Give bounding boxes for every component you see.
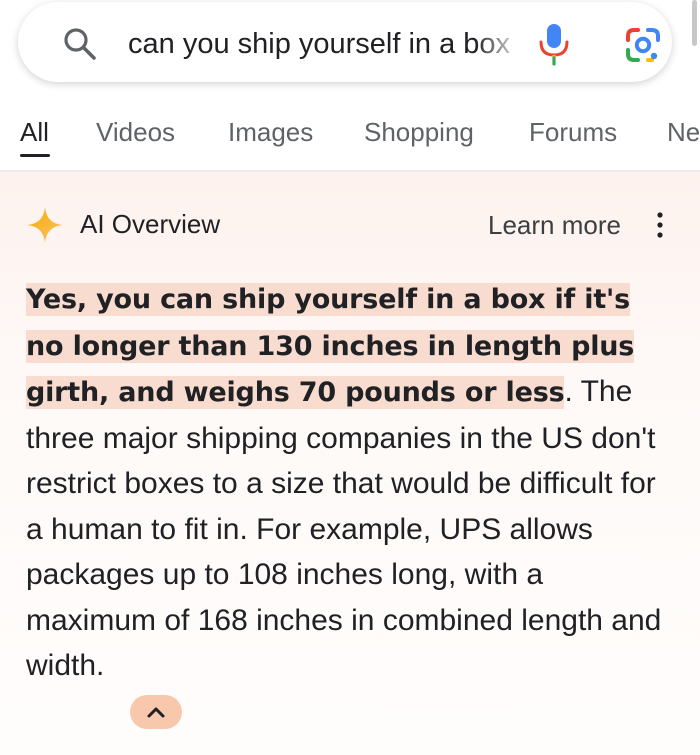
search-header: can you ship yourself in a box <box>0 0 700 95</box>
tab-news[interactable]: Ne <box>667 116 700 148</box>
ai-overview-panel: AI Overview Learn more Yes, you can ship… <box>0 172 700 755</box>
search-input[interactable]: can you ship yourself in a box <box>128 26 523 66</box>
more-vertical-icon[interactable] <box>652 210 668 240</box>
highlight-period: . <box>564 375 573 408</box>
tab-shopping[interactable]: Shopping <box>364 116 474 148</box>
microphone-icon[interactable] <box>536 22 572 66</box>
ai-sparkle-icon <box>27 207 63 243</box>
chevron-up-icon <box>147 707 165 718</box>
tab-forums[interactable]: Forums <box>529 116 617 148</box>
ai-overview-title: AI Overview <box>80 209 221 239</box>
search-box[interactable]: can you ship yourself in a box <box>18 2 672 82</box>
search-tabs: All Videos Images Shopping Forums Ne <box>0 104 700 170</box>
collapse-button[interactable] <box>130 695 182 729</box>
ai-answer-text: Yes, you can ship yourself in a box if i… <box>26 276 666 689</box>
google-lens-icon[interactable] <box>624 26 662 64</box>
search-icon[interactable] <box>62 26 98 62</box>
tab-videos[interactable]: Videos <box>96 116 175 148</box>
scrollbar[interactable] <box>692 0 697 46</box>
tab-all[interactable]: All <box>20 116 49 148</box>
learn-more-link[interactable]: Learn more <box>488 209 621 241</box>
tab-images[interactable]: Images <box>228 116 313 148</box>
highlighted-answer: Yes, you can ship yourself in a box if i… <box>26 283 635 409</box>
answer-body: The three major shipping companies in th… <box>26 375 662 682</box>
active-tab-indicator <box>20 154 50 157</box>
